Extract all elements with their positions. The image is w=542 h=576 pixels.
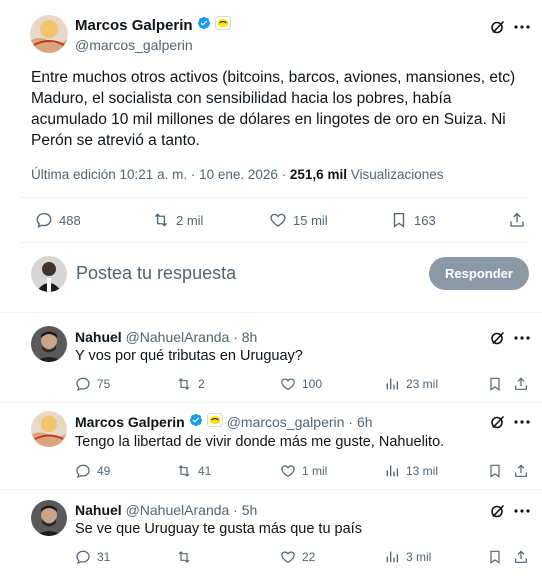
heart-icon xyxy=(280,463,296,479)
grok-icon[interactable] xyxy=(489,18,507,36)
like-action[interactable]: 15 mil xyxy=(269,211,328,229)
views-count: 251,6 mil xyxy=(289,167,347,182)
heart-icon xyxy=(280,376,296,392)
views-count: 23 mil xyxy=(406,377,439,391)
heart-icon xyxy=(269,211,287,229)
views-label: Visualizaciones xyxy=(346,167,444,182)
grok-icon[interactable] xyxy=(489,502,507,520)
reply-author-name[interactable]: Nahuel xyxy=(75,502,122,518)
bookmark-icon[interactable] xyxy=(487,549,503,565)
repost-icon xyxy=(176,376,192,392)
reply-action[interactable]: 488 xyxy=(35,211,81,229)
reply-author-handle[interactable]: @marcos_galperin xyxy=(227,414,345,430)
repost-count: 2 xyxy=(198,377,205,391)
verified-badge-icon xyxy=(197,16,211,35)
repost-action[interactable]: 41 xyxy=(176,463,211,479)
bookmark-action[interactable]: 163 xyxy=(390,211,436,229)
repost-action[interactable] xyxy=(176,549,198,565)
views-count: 3 mil xyxy=(406,550,432,564)
views-count: 13 mil xyxy=(406,464,439,478)
reply-text: Y vos por qué tributas en Uruguay? xyxy=(75,348,303,364)
reply-icon xyxy=(35,211,53,229)
more-options-icon[interactable] xyxy=(513,413,531,431)
tweet-edit-timestamp[interactable]: Última edición 10:21 a. m. · 10 ene. 202… xyxy=(31,167,290,182)
reply-submit-button[interactable]: Responder xyxy=(429,257,529,290)
share-icon[interactable] xyxy=(508,211,526,229)
author-handle[interactable]: @marcos_galperin xyxy=(75,37,193,53)
heart-icon xyxy=(280,549,296,565)
author-name[interactable]: Marcos Galperin xyxy=(75,17,193,34)
more-options-icon[interactable] xyxy=(513,18,531,36)
reply-count: 49 xyxy=(97,464,111,478)
author-avatar[interactable] xyxy=(30,15,68,53)
reply-count: 488 xyxy=(59,212,81,228)
repost-action[interactable]: 2 xyxy=(176,376,205,392)
repost-count: 2 mil xyxy=(176,212,204,228)
share-icon[interactable] xyxy=(513,376,529,392)
reply-text: Tengo la libertad de vivir donde más me … xyxy=(75,434,445,450)
affiliate-badge-icon xyxy=(214,15,231,35)
affiliate-badge-icon xyxy=(206,413,223,430)
like-action[interactable]: 1 mil xyxy=(280,463,327,479)
verified-badge-icon xyxy=(189,413,203,430)
analytics-icon xyxy=(384,549,400,565)
reply-avatar[interactable] xyxy=(31,500,67,536)
reply-icon xyxy=(75,463,91,479)
reply-count: 75 xyxy=(97,377,111,391)
reply-action[interactable]: 75 xyxy=(75,376,110,392)
reply-avatar[interactable] xyxy=(31,411,67,447)
analytics-icon xyxy=(384,376,400,392)
like-count: 1 mil xyxy=(302,464,328,478)
reply-count: 31 xyxy=(97,550,111,564)
reply-author-handle[interactable]: @NahuelAranda xyxy=(126,502,230,518)
compose-input[interactable]: Postea tu respuesta xyxy=(76,263,236,284)
compose-avatar xyxy=(31,256,67,292)
share-icon[interactable] xyxy=(513,549,529,565)
share-icon[interactable] xyxy=(513,463,529,479)
more-options-icon[interactable] xyxy=(513,329,531,347)
tweet-meta: Última edición 10:21 a. m. · 10 ene. 202… xyxy=(31,167,444,182)
repost-icon xyxy=(176,549,192,565)
repost-icon xyxy=(152,211,170,229)
reply-icon xyxy=(75,376,91,392)
repost-count: 41 xyxy=(198,464,212,478)
views-action[interactable]: 13 mil xyxy=(384,463,438,479)
views-action[interactable]: 3 mil xyxy=(384,549,431,565)
reply-author-name[interactable]: Marcos Galperin xyxy=(75,414,185,430)
tweet-text: Entre muchos otros activos (bitcoins, ba… xyxy=(31,69,516,149)
like-count: 15 mil xyxy=(293,212,328,228)
repost-icon xyxy=(176,463,192,479)
like-action[interactable]: 22 xyxy=(280,549,315,565)
more-options-icon[interactable] xyxy=(513,502,531,520)
like-action[interactable]: 100 xyxy=(280,376,322,392)
bookmark-icon[interactable] xyxy=(487,376,503,392)
reply-time[interactable]: · 5h xyxy=(233,502,257,518)
like-count: 22 xyxy=(302,550,316,564)
reply-time[interactable]: · 8h xyxy=(233,329,257,345)
reply-action[interactable]: 49 xyxy=(75,463,110,479)
analytics-icon xyxy=(384,463,400,479)
grok-icon[interactable] xyxy=(489,329,507,347)
bookmark-icon xyxy=(390,211,408,229)
like-count: 100 xyxy=(302,377,323,391)
views-action[interactable]: 23 mil xyxy=(384,376,438,392)
reply-author-handle[interactable]: @NahuelAranda xyxy=(126,329,230,345)
reply-action[interactable]: 31 xyxy=(75,549,110,565)
reply-avatar[interactable] xyxy=(31,326,67,362)
reply-icon xyxy=(75,549,91,565)
grok-icon[interactable] xyxy=(489,413,507,431)
bookmark-icon[interactable] xyxy=(487,463,503,479)
reply-text: Se ve que Uruguay te gusta más que tu pa… xyxy=(75,521,362,537)
repost-action[interactable]: 2 mil xyxy=(152,211,203,229)
bookmark-count: 163 xyxy=(414,212,436,228)
reply-author-name[interactable]: Nahuel xyxy=(75,329,122,345)
reply-time[interactable]: · 6h xyxy=(348,414,372,430)
